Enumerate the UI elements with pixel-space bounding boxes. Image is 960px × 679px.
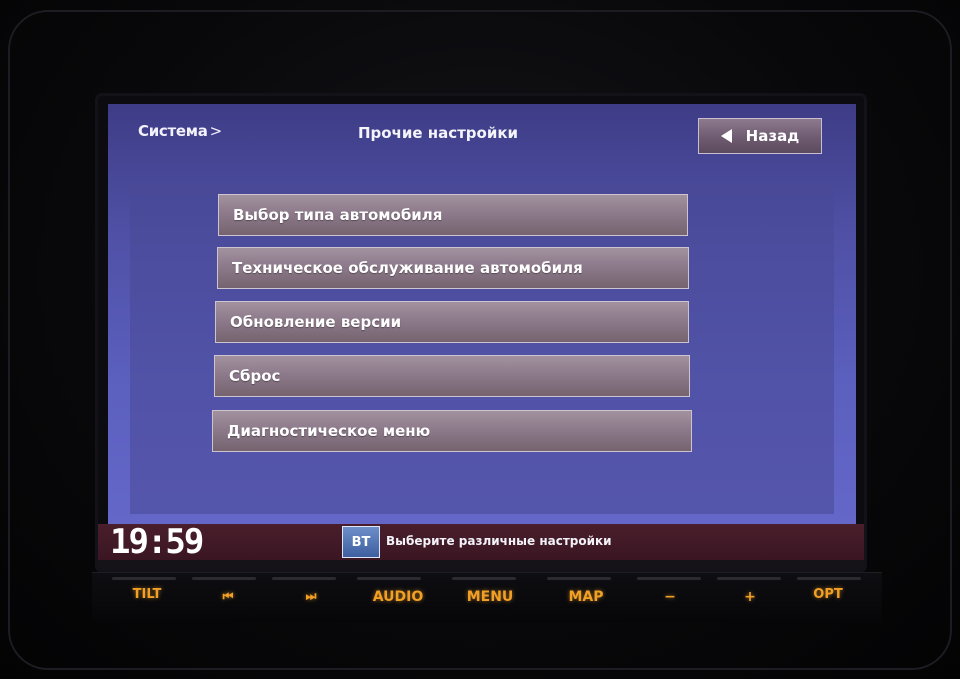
button-divider xyxy=(637,577,701,580)
touch-screen: Система > Прочие настройки Назад Выбор ти… xyxy=(98,96,864,570)
menu-item-diagnostic-menu[interactable]: Диагностическое меню xyxy=(212,410,692,452)
button-divider xyxy=(717,577,781,580)
settings-display: Система > Прочие настройки Назад Выбор ти… xyxy=(108,104,856,524)
tilt-button[interactable]: TILT xyxy=(112,587,182,602)
volume-down-button[interactable]: − xyxy=(635,589,705,605)
button-divider xyxy=(452,577,516,580)
audio-button[interactable]: AUDIO xyxy=(363,589,433,605)
page-title: Прочие настройки xyxy=(357,124,519,142)
button-divider xyxy=(797,577,861,580)
back-button-label: Назад xyxy=(745,127,800,145)
screen-header: Система > Прочие настройки Назад xyxy=(108,104,856,180)
back-button[interactable]: Назад xyxy=(698,118,822,154)
map-button[interactable]: MAP xyxy=(551,589,621,605)
button-divider xyxy=(357,577,421,580)
button-divider xyxy=(192,577,256,580)
volume-up-button[interactable]: + xyxy=(715,589,785,605)
status-bar: 19:59 BT Выберите различные настройки xyxy=(98,524,864,560)
skip-forward-icon[interactable]: ⏭ xyxy=(276,589,346,604)
button-divider xyxy=(112,577,176,580)
breadcrumb[interactable]: Система > xyxy=(138,122,222,140)
breadcrumb-chevron: > xyxy=(209,122,223,140)
menu-button[interactable]: MENU xyxy=(455,589,525,605)
button-divider xyxy=(547,577,611,580)
menu-item-version-update[interactable]: Обновление версии xyxy=(215,301,689,343)
skip-back-icon[interactable]: ⏮ xyxy=(193,589,263,604)
status-hint: Выберите различные настройки xyxy=(386,534,612,548)
settings-list: Выбор типа автомобиля Техническое обслуж… xyxy=(130,184,834,514)
menu-item-vehicle-type[interactable]: Выбор типа автомобиля xyxy=(218,194,688,236)
menu-item-vehicle-maintenance[interactable]: Техническое обслуживание автомобиля xyxy=(217,247,689,289)
opt-button[interactable]: OPT xyxy=(793,587,863,602)
breadcrumb-label: Система xyxy=(138,122,208,140)
hardware-button-strip: TILT ⏮ ⏭ AUDIO MENU MAP − + OPT xyxy=(92,572,882,623)
menu-item-reset[interactable]: Сброс xyxy=(214,355,690,397)
triangle-left-icon xyxy=(720,129,732,143)
head-unit-bezel: Система > Прочие настройки Назад Выбор ти… xyxy=(0,0,960,679)
screen-bottom-strip xyxy=(98,560,864,570)
bluetooth-badge[interactable]: BT xyxy=(342,526,380,558)
clock: 19:59 xyxy=(110,522,204,562)
button-divider xyxy=(272,577,336,580)
